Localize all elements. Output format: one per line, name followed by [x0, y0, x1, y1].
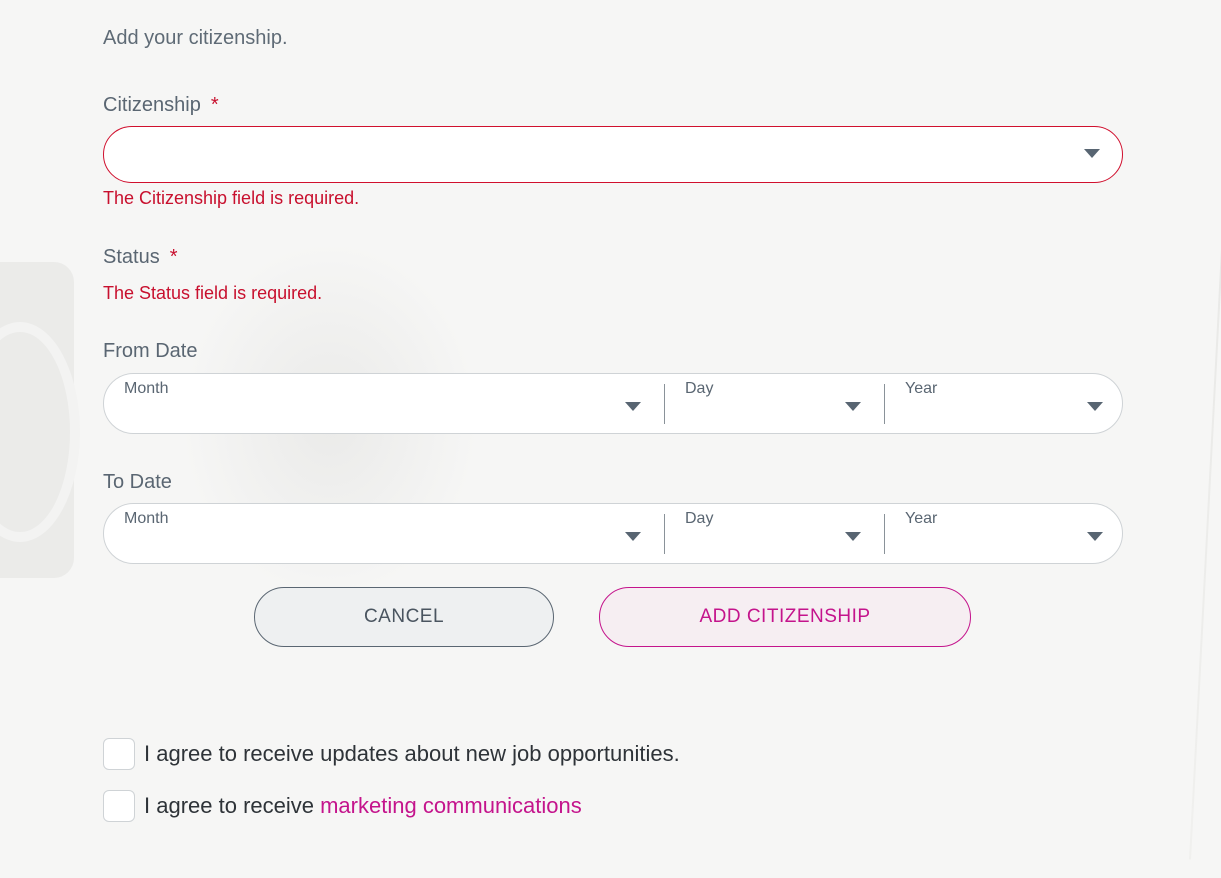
job-updates-consent: I agree to receive updates about new job… — [103, 738, 680, 770]
to-date-group: Month Day Year — [103, 503, 1123, 564]
from-year-label: Year — [905, 380, 938, 397]
from-date-group: Month Day Year — [103, 373, 1123, 434]
marketing-text: I agree to receive marketing communicati… — [144, 793, 582, 819]
from-year-select[interactable]: Year — [885, 374, 1122, 433]
chevron-down-icon — [625, 402, 641, 411]
citizenship-form-page: Add your citizenship. Citizenship * The C… — [0, 0, 1221, 878]
to-day-label: Day — [685, 510, 714, 527]
from-day-select[interactable]: Day — [665, 374, 885, 433]
background-decoration — [0, 262, 80, 578]
chevron-down-icon — [1087, 532, 1103, 541]
to-month-label: Month — [124, 510, 169, 527]
from-day-label: Day — [685, 380, 714, 397]
job-updates-checkbox[interactable] — [103, 738, 135, 770]
add-citizenship-button[interactable]: ADD CITIZENSHIP — [599, 587, 971, 647]
to-month-select[interactable]: Month — [104, 504, 664, 563]
status-error: The Status field is required. — [103, 283, 323, 303]
citizenship-error: The Citizenship field is required. — [103, 188, 360, 208]
background-line — [1189, 20, 1221, 860]
to-year-select[interactable]: Year — [885, 504, 1122, 563]
required-mark: * — [169, 246, 178, 268]
required-mark: * — [210, 94, 219, 116]
to-day-select[interactable]: Day — [665, 504, 885, 563]
marketing-communications-link[interactable]: marketing communications — [320, 793, 582, 818]
marketing-checkbox[interactable] — [103, 790, 135, 822]
form-intro: Add your citizenship. — [103, 27, 288, 49]
cancel-button[interactable]: CANCEL — [254, 587, 554, 647]
status-label: Status * — [103, 246, 178, 269]
from-date-label: From Date — [103, 340, 198, 362]
marketing-consent: I agree to receive marketing communicati… — [103, 790, 582, 822]
chevron-down-icon — [845, 402, 861, 411]
chevron-down-icon — [1084, 149, 1100, 158]
to-date-label: To Date — [103, 471, 172, 493]
from-month-label: Month — [124, 380, 169, 397]
citizenship-label: Citizenship * — [103, 94, 219, 117]
status-label-text: Status — [103, 246, 160, 268]
to-year-label: Year — [905, 510, 938, 527]
marketing-prefix: I agree to receive — [144, 793, 321, 818]
job-updates-text: I agree to receive updates about new job… — [144, 741, 680, 766]
chevron-down-icon — [625, 532, 641, 541]
chevron-down-icon — [1087, 402, 1103, 411]
chevron-down-icon — [845, 532, 861, 541]
citizenship-select[interactable] — [103, 126, 1123, 183]
from-month-select[interactable]: Month — [104, 374, 664, 433]
citizenship-label-text: Citizenship — [103, 94, 201, 116]
